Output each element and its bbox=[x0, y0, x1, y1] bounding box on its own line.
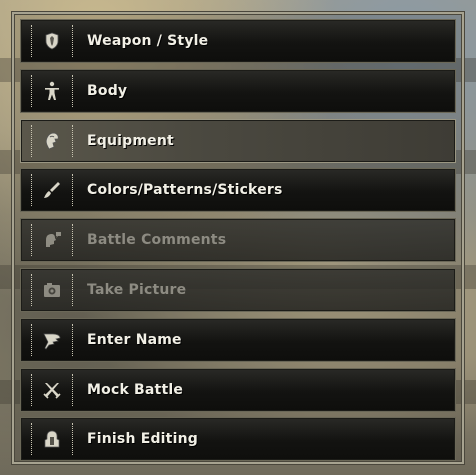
menu-item-label: Mock Battle bbox=[87, 381, 184, 398]
icon-slot bbox=[31, 224, 73, 257]
crossed-swords-icon bbox=[43, 382, 61, 399]
menu-item-label: Battle Comments bbox=[87, 232, 227, 249]
speech-head-icon bbox=[46, 232, 61, 248]
helmet-icon bbox=[45, 132, 59, 150]
menu-item-label: Weapon / Style bbox=[87, 33, 209, 49]
icon-slot bbox=[31, 323, 73, 356]
icon-slot bbox=[31, 124, 73, 157]
icon-slot bbox=[31, 273, 73, 306]
camera-icon bbox=[44, 282, 60, 297]
icon-slot bbox=[31, 423, 73, 456]
quill-icon bbox=[43, 333, 61, 350]
icon-slot bbox=[31, 174, 73, 207]
menu-item-mock-battle[interactable]: Mock Battle bbox=[20, 367, 456, 412]
menu-item-take-picture[interactable]: Take Picture bbox=[20, 267, 456, 312]
menu-item-label: Enter Name bbox=[87, 331, 182, 348]
paintbrush-icon bbox=[44, 182, 60, 199]
menu-item-colors-patterns-stickers[interactable]: Colors/Patterns/Stickers bbox=[20, 168, 456, 213]
icon-slot bbox=[31, 25, 73, 57]
finish-figure-icon bbox=[44, 431, 60, 448]
menu-item-finish-editing[interactable]: Finish Editing bbox=[20, 417, 456, 462]
menu-item-label: Equipment bbox=[87, 132, 174, 149]
menu-item-label: Finish Editing bbox=[87, 431, 198, 448]
character-edit-menu: Weapon / Style Body Equipment Colors/Pat… bbox=[12, 12, 464, 464]
icon-slot bbox=[31, 373, 73, 406]
menu-item-weapon-style[interactable]: Weapon / Style bbox=[20, 19, 456, 63]
menu-item-body[interactable]: Body bbox=[20, 68, 456, 113]
menu-item-label: Body bbox=[87, 82, 128, 99]
menu-item-enter-name[interactable]: Enter Name bbox=[20, 317, 456, 362]
menu-item-battle-comments[interactable]: Battle Comments bbox=[20, 218, 456, 263]
body-figure-icon bbox=[45, 81, 59, 100]
shield-sword-icon bbox=[45, 32, 59, 50]
icon-slot bbox=[31, 74, 73, 107]
menu-item-label: Colors/Patterns/Stickers bbox=[87, 182, 283, 199]
menu-item-equipment[interactable]: Equipment bbox=[20, 118, 456, 163]
menu-item-label: Take Picture bbox=[87, 281, 187, 298]
